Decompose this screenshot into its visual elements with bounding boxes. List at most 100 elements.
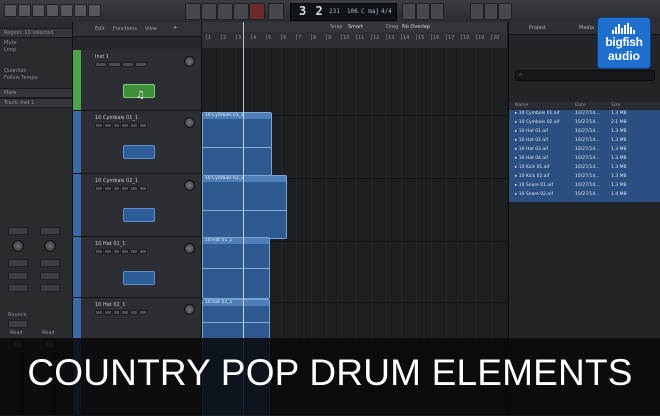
lcd-key: C maj (361, 8, 380, 15)
browser-search-input[interactable]: ⌕ (515, 70, 655, 81)
tab-project[interactable]: Project (529, 25, 546, 31)
more-header[interactable]: More (0, 88, 72, 98)
waveform-icon (123, 145, 155, 159)
bar-number: 2 (223, 35, 227, 41)
info-button[interactable] (18, 4, 31, 17)
bar-number: 12 (373, 35, 380, 41)
browser-button[interactable] (498, 3, 512, 20)
track-header[interactable]: Track: Inst 1 (0, 98, 72, 108)
ruler-tick (311, 34, 312, 40)
list-item[interactable]: ▸ 10 Hat 03.aif 10/27/14... 1.3 MB (509, 146, 660, 154)
volume-knob[interactable] (184, 304, 195, 315)
loops-button[interactable] (484, 3, 498, 20)
region-name: 10 Hat 01_1 (203, 238, 269, 244)
lcd-beat: 231 (329, 8, 340, 15)
setting-slot[interactable] (8, 227, 28, 235)
audio-region[interactable]: 10 Cymbals 01_1 (202, 112, 272, 176)
send-slot[interactable] (40, 284, 60, 292)
column-name[interactable]: Name (515, 103, 528, 108)
logo-text-line2: audio (608, 49, 640, 63)
list-item[interactable]: ▸ 10 Kick 01.aif 10/27/14... 1.3 MB (509, 164, 660, 172)
toolbar-button[interactable] (32, 4, 45, 17)
send-slot[interactable] (8, 284, 28, 292)
inspector-row-follow-tempo: Follow Tempo (4, 75, 38, 81)
smart-controls-button[interactable] (46, 4, 59, 17)
audio-region[interactable]: 10 Cymbals 02_1 (202, 175, 287, 239)
track-controls (95, 186, 147, 191)
eq-slot[interactable] (40, 259, 60, 267)
track-controls (95, 123, 147, 128)
scissors-icon[interactable] (88, 4, 101, 17)
volume-knob[interactable] (184, 117, 195, 128)
instrument-icon: ♫ (123, 84, 155, 101)
stop-button[interactable] (217, 3, 233, 20)
count-in-button[interactable] (416, 3, 430, 20)
inspector-row-mute: Mute (4, 40, 17, 46)
rewind-button[interactable] (185, 3, 201, 20)
list-item[interactable]: ▸ 10 Hat 02.aif 10/27/14... 1.3 MB (509, 137, 660, 145)
record-button[interactable] (249, 3, 265, 20)
track-header[interactable]: 10 Cymbals 02_1 (73, 174, 201, 237)
list-item[interactable]: ▸ 10 Kick 02.aif 10/27/14... 1.3 MB (509, 173, 660, 181)
volume-knob[interactable] (184, 243, 195, 254)
track-color-strip (73, 237, 81, 297)
list-item[interactable]: ▸ 10 Snare 01.aif 10/27/14... 1.3 MB (509, 182, 660, 190)
bar-number: 1 (208, 35, 212, 41)
view-menu[interactable]: View (145, 26, 157, 32)
bar-number: 3 (238, 35, 242, 41)
gain-knob[interactable] (44, 240, 56, 252)
list-item[interactable]: ▸ 10 Cymbals 01.aif 10/27/14... 1.3 MB (509, 110, 660, 118)
drag-label: Drag (386, 24, 399, 30)
timeline-ruler[interactable]: Snap Smart Drag No Overlap 1 2 3 4 5 6 7 8 9 10 11… (202, 22, 507, 49)
tab-media[interactable]: Media (579, 25, 594, 31)
list-item[interactable]: ▸ 10 Hat 01.aif 10/27/14... 1.3 MB (509, 128, 660, 136)
snap-label: Snap (330, 24, 343, 30)
volume-knob[interactable] (184, 180, 195, 191)
gain-knob[interactable] (12, 240, 24, 252)
insert-slot[interactable] (40, 272, 60, 280)
snap-value[interactable]: Smart (348, 24, 363, 30)
column-date[interactable]: Date (575, 103, 586, 108)
lcd-position: 3 2 (299, 4, 324, 18)
search-icon: ⌕ (519, 71, 523, 78)
list-item[interactable]: ▸ 10 Cymbals 02.aif 10/27/14... 2.1 MB (509, 119, 660, 127)
tuner-button[interactable] (402, 3, 416, 20)
stereo-out-slot[interactable] (8, 320, 28, 328)
ruler-tick (296, 34, 297, 40)
track-header[interactable]: Inst 1 ♫ (73, 50, 201, 111)
column-size[interactable]: Size (611, 103, 620, 108)
drag-value[interactable]: No Overlap (402, 24, 430, 30)
mixer-button[interactable] (60, 4, 73, 17)
bigfish-audio-logo: bigfish audio (598, 18, 650, 68)
editors-button[interactable] (74, 4, 87, 17)
more-label: More (4, 90, 17, 96)
play-button[interactable] (233, 3, 249, 20)
functions-menu[interactable]: Functions (113, 26, 137, 32)
setting-slot[interactable] (40, 227, 60, 235)
lcd-display[interactable]: 3 2 231 106 C maj 4/4 (290, 3, 397, 21)
region-name: 10 Cymbals 02_1 (203, 176, 286, 182)
bar-number: 6 (283, 35, 287, 41)
ruler-tick (356, 34, 357, 40)
track-name: 10 Cymbals 01_1 (95, 115, 139, 121)
edit-menu[interactable]: Edit (95, 26, 105, 32)
forward-button[interactable] (201, 3, 217, 20)
region-header[interactable]: Region: 10 selected (0, 28, 72, 38)
volume-knob[interactable] (184, 56, 195, 67)
track-header[interactable]: 10 Cymbals 01_1 (73, 111, 201, 174)
metronome-icon[interactable] (430, 3, 444, 20)
list-item[interactable]: ▸ 10 Hat 04.aif 10/27/14... 1.3 MB (509, 155, 660, 163)
insert-slot[interactable] (8, 272, 28, 280)
library-button[interactable] (4, 4, 17, 17)
cycle-button[interactable] (268, 3, 284, 20)
bar-number: 11 (358, 35, 365, 41)
add-track-icon[interactable]: + (173, 25, 177, 31)
region-label: Region: 10 selected (4, 30, 54, 36)
track-header[interactable]: 10 Hat 01_1 (73, 237, 201, 298)
track-label: Track: Inst 1 (4, 100, 35, 106)
list-item[interactable]: ▸ 10 Snare 02.aif 10/27/14... 1.4 MB (509, 191, 660, 199)
eq-slot[interactable] (8, 259, 28, 267)
audio-region[interactable]: 10 Hat 01_1 (202, 237, 270, 299)
notes-button[interactable] (470, 3, 484, 20)
file-list: ▸ 10 Cymbals 01.aif 10/27/14... 1.3 MB ▸ 1… (509, 110, 660, 202)
